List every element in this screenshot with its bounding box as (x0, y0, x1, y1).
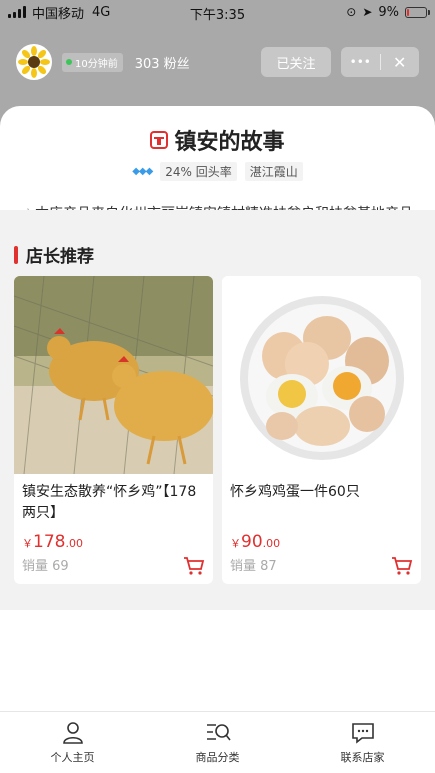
battery-icon (405, 6, 430, 18)
follow-button[interactable]: 已关注 (261, 47, 331, 77)
nav-home-label: 个人主页 (50, 750, 95, 764)
reply-rate: 24% 回头率 (160, 162, 237, 181)
network-label: 4G (92, 4, 111, 20)
online-dot-icon (66, 59, 72, 65)
fans-count: 303 粉丝 (134, 56, 190, 72)
shop-header: 10分钟前 303 粉丝 已关注 ••• ✕ (16, 42, 419, 82)
shop-meta: ◆◆◆ 24% 回头率 湛江霞山 (0, 162, 435, 181)
chicken-image (14, 276, 213, 474)
product-sales: 销量 69 (22, 559, 69, 574)
product-name: 镇安生态散养“怀乡鸡”【178两只】 (22, 484, 197, 521)
shop-location: 湛江霞山 (244, 162, 303, 181)
product-sales: 销量 87 (230, 559, 277, 574)
shop-name: 镇安的故事 (174, 130, 285, 155)
person-icon (62, 721, 83, 744)
signal-icon (8, 6, 26, 18)
chicken-photo-icon (14, 276, 213, 474)
last-active-text: 10分钟前 (75, 58, 118, 70)
recommend-section: 店长推荐 镇安生态散养“怀乡鸡”【178两只】 ￥178.00 销量 69 怀乡… (0, 210, 435, 610)
more-button[interactable]: ••• (341, 55, 380, 69)
status-bar: 中国移动 4G 下午3:35 ⊙ ➤ 9% (0, 0, 435, 24)
nav-contact[interactable]: 联系店家 (290, 712, 435, 773)
section-title-text: 店长推荐 (26, 247, 94, 267)
last-active-badge: 10分钟前 (62, 52, 123, 72)
nav-category-label: 商品分类 (195, 750, 240, 764)
close-button[interactable]: ✕ (381, 53, 420, 72)
category-search-icon (206, 723, 231, 740)
currency-symbol: ￥ (230, 537, 241, 550)
chat-icon (351, 722, 374, 744)
bottom-nav: 个人主页 商品分类 联系店家 (0, 711, 435, 773)
price-cents: .00 (262, 537, 281, 550)
mini-program-capsule: ••• ✕ (341, 47, 419, 77)
diamond-rating-icon: ◆◆◆ (132, 166, 153, 177)
price-integer: 178 (33, 532, 66, 552)
nav-home[interactable]: 个人主页 (0, 712, 145, 773)
product-card[interactable]: 怀乡鸡鸡蛋一件60只 ￥90.00 销量 87 (222, 276, 421, 584)
nav-category[interactable]: 商品分类 (145, 712, 290, 773)
currency-symbol: ￥ (22, 537, 33, 550)
location-icon: ➤ (362, 5, 373, 19)
cart-icon[interactable] (391, 556, 413, 576)
section-title: 店长推荐 (14, 242, 94, 267)
lock-rotation-icon: ⊙ (346, 5, 357, 19)
nav-contact-label: 联系店家 (340, 750, 385, 764)
cart-icon[interactable] (183, 556, 205, 576)
battery-percent: 9% (378, 4, 399, 20)
shop-avatar[interactable] (16, 44, 52, 80)
store-icon (150, 131, 169, 149)
eggs-photo-icon (222, 276, 421, 474)
sunflower-icon (18, 46, 50, 78)
price-integer: 90 (241, 532, 263, 552)
product-price: ￥178.00 (14, 526, 213, 552)
carrier-label: 中国移动 (32, 6, 85, 22)
shop-title: 镇安的故事 (0, 124, 435, 156)
price-cents: .00 (65, 537, 83, 550)
product-name: 怀乡鸡鸡蛋一件60只 (230, 484, 360, 500)
product-price: ￥90.00 (222, 526, 421, 552)
section-accent-bar (14, 245, 18, 264)
product-card[interactable]: 镇安生态散养“怀乡鸡”【178两只】 ￥178.00 销量 69 (14, 276, 213, 584)
eggs-image (222, 276, 421, 474)
